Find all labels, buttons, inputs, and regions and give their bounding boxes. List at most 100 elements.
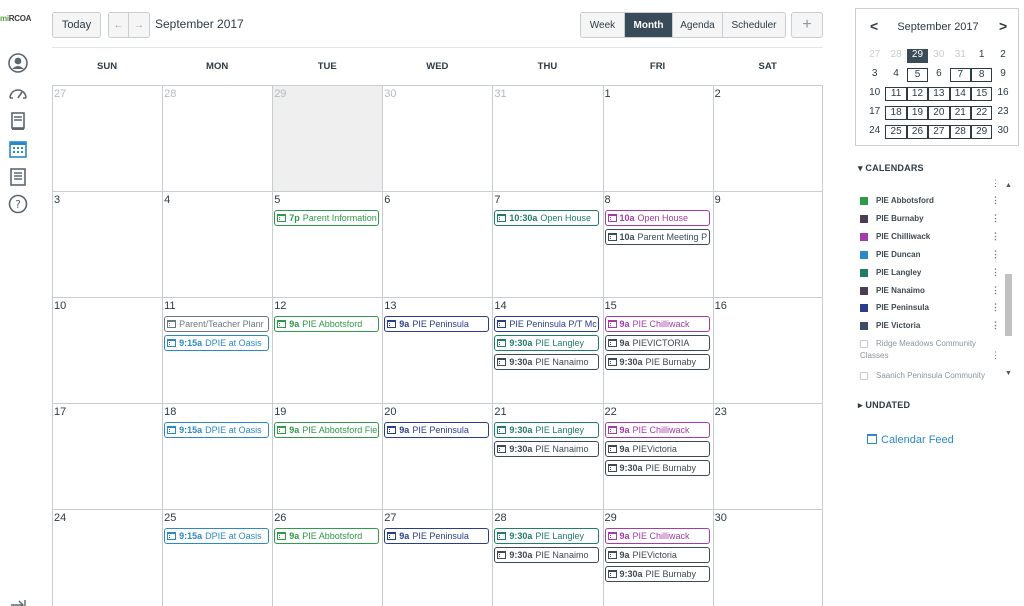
calendar-event[interactable]: 9a PIE Chilliwack: [604, 422, 710, 438]
mini-day[interactable]: 12: [906, 87, 929, 101]
mini-day[interactable]: 27: [928, 125, 950, 139]
calendar-toggle[interactable]: PIE Abbotsford ⋮: [860, 195, 1010, 209]
calendar-toggle[interactable]: PIE Langley ⋮: [860, 267, 1010, 281]
calendar-toggle[interactable]: PIE Nanaimo ⋮: [860, 285, 1010, 299]
day-number[interactable]: 27: [384, 512, 396, 524]
account-icon[interactable]: [7, 52, 29, 74]
calendar-options-icon[interactable]: ⋮: [991, 350, 1000, 361]
calendar-feed-link[interactable]: Calendar Feed: [867, 434, 954, 446]
day-number[interactable]: 4: [164, 194, 170, 206]
day-number[interactable]: 27: [54, 88, 66, 100]
view-scheduler-button[interactable]: Scheduler: [723, 13, 785, 37]
collapse-nav-icon[interactable]: [7, 594, 29, 606]
day-number[interactable]: 26: [274, 512, 286, 524]
calendar-event[interactable]: 9:30a PIE Langley: [494, 422, 600, 438]
calendar-options-icon[interactable]: ⋮: [991, 267, 1000, 278]
mini-day[interactable]: 8: [970, 68, 993, 82]
calendar-event[interactable]: 10:30a Open House: [494, 210, 600, 226]
view-week-button[interactable]: Week: [581, 13, 625, 37]
day-number[interactable]: 30: [715, 512, 727, 524]
day-number[interactable]: 1: [605, 88, 611, 100]
day-number[interactable]: 19: [274, 406, 286, 418]
calendar-event[interactable]: 9:30a PIE Langley: [494, 528, 600, 544]
calendar-toggle[interactable]: PIE Duncan ⋮: [860, 249, 1010, 263]
add-event-button[interactable]: +: [791, 12, 823, 38]
calendar-color-swatch[interactable]: [860, 197, 868, 205]
calendar-color-swatch[interactable]: [860, 322, 868, 331]
day-number[interactable]: 18: [164, 406, 176, 418]
mini-day[interactable]: 30: [928, 49, 949, 63]
calendar-options-icon[interactable]: ⋮: [991, 320, 1000, 331]
mini-day[interactable]: 28: [885, 49, 906, 63]
calendar-color-swatch[interactable]: [860, 232, 868, 241]
calendar-event[interactable]: 9:30a PIE Burnaby: [604, 460, 710, 476]
day-number[interactable]: 20: [384, 406, 396, 418]
view-agenda-button[interactable]: Agenda: [673, 13, 723, 37]
mini-day[interactable]: 31: [950, 49, 971, 63]
mini-day[interactable]: 20: [928, 106, 950, 120]
calendar-event[interactable]: 9a PIE Peninsula: [384, 316, 490, 332]
day-number[interactable]: 2: [715, 88, 721, 100]
calendar-event[interactable]: 9a PIE Abbotsford: [274, 528, 380, 544]
calendar-color-swatch[interactable]: [860, 268, 868, 277]
day-number[interactable]: 14: [494, 300, 506, 312]
calendar-color-swatch[interactable]: [860, 214, 868, 223]
courses-icon[interactable]: [7, 110, 29, 132]
undated-section-toggle[interactable]: ▸ UNDATED: [858, 400, 910, 411]
prev-month-button[interactable]: ←: [109, 13, 130, 37]
mini-day[interactable]: 30: [992, 125, 1013, 139]
mini-day[interactable]: 10: [864, 87, 885, 101]
day-number[interactable]: 23: [715, 406, 727, 418]
calendar-toggle[interactable]: PIE Burnaby ⋮: [860, 213, 1010, 227]
calendar-checkbox[interactable]: [860, 340, 868, 348]
calendar-event[interactable]: 9:30a PIE Nanaimo: [494, 547, 600, 563]
calendar-event[interactable]: 9a PIE Abbotsford Fie: [274, 422, 380, 438]
calendar-options-icon[interactable]: ⋮: [991, 231, 1000, 242]
day-number[interactable]: 31: [494, 88, 506, 100]
calendar-event[interactable]: 9:30a PIE Langley: [494, 335, 600, 351]
help-icon[interactable]: ?: [7, 193, 29, 215]
inbox-icon[interactable]: [7, 166, 29, 188]
calendar-event[interactable]: 10a Parent Meeting P: [604, 229, 710, 245]
calendar-event[interactable]: 9a PIEVICTORIA: [604, 335, 710, 351]
mini-day[interactable]: 26: [906, 125, 929, 139]
day-number[interactable]: 15: [605, 300, 617, 312]
mini-day[interactable]: 28: [949, 125, 971, 139]
calendar-options-icon[interactable]: ⋮: [991, 302, 1000, 313]
calendar-color-swatch[interactable]: [860, 250, 868, 259]
calendar-event[interactable]: 10a Open House: [604, 210, 710, 226]
mini-day[interactable]: 29: [970, 125, 993, 139]
mini-day[interactable]: 24: [864, 125, 885, 139]
mini-day[interactable]: 14: [949, 87, 971, 101]
day-number[interactable]: 12: [274, 300, 286, 312]
today-button[interactable]: Today: [52, 12, 101, 38]
mini-day[interactable]: 27: [864, 49, 885, 63]
calendars-section-toggle[interactable]: ▾ CALENDARS: [858, 163, 924, 174]
day-number[interactable]: 17: [54, 406, 66, 418]
mini-day[interactable]: 19: [906, 106, 929, 120]
calendar-color-swatch[interactable]: [860, 304, 868, 313]
day-number[interactable]: 24: [54, 512, 66, 524]
day-number[interactable]: 25: [164, 512, 176, 524]
mini-day[interactable]: 7: [949, 68, 971, 82]
calendar-toggle[interactable]: Saanich Peninsula Community: [860, 370, 1010, 384]
day-number[interactable]: 28: [164, 88, 176, 100]
day-number[interactable]: 5: [274, 194, 280, 206]
calendar-options-icon[interactable]: ⋮: [991, 213, 1000, 224]
calendar-event[interactable]: 7p Parent Information: [274, 210, 380, 226]
calendar-event[interactable]: 9a PIE Chilliwack: [604, 316, 710, 332]
calendar-event[interactable]: 9:15a DPIE at Oasis: [164, 422, 270, 438]
calendar-toggle[interactable]: PIE Chilliwack ⋮: [860, 231, 1010, 245]
day-number[interactable]: 10: [54, 300, 66, 312]
calendar-options-icon[interactable]: ⋮: [991, 285, 1000, 296]
calendar-event[interactable]: 9a PIE Peninsula: [384, 528, 490, 544]
next-month-button[interactable]: →: [129, 13, 149, 37]
day-number[interactable]: 8: [605, 194, 611, 206]
calendars-scrollbar[interactable]: ▲ ▼: [1003, 182, 1013, 382]
day-number[interactable]: 13: [384, 300, 396, 312]
mini-day[interactable]: 29: [906, 49, 929, 63]
mini-day[interactable]: 23: [992, 106, 1013, 120]
day-number[interactable]: 11: [164, 300, 175, 312]
day-number[interactable]: 7: [494, 194, 500, 206]
calendar-checkbox[interactable]: [860, 372, 868, 380]
